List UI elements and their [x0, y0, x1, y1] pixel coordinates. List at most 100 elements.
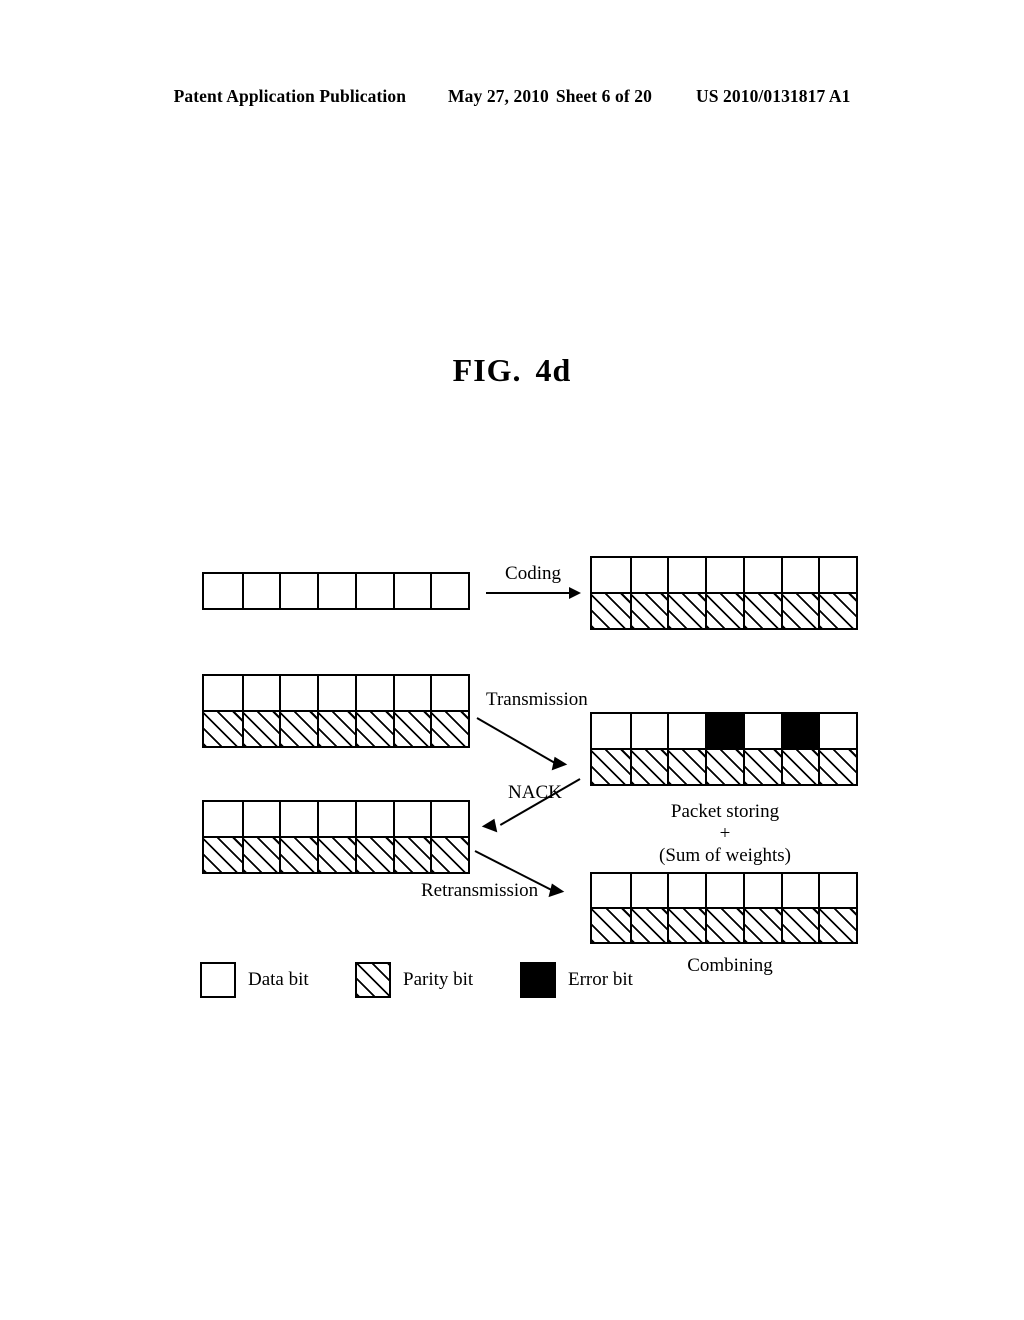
bit-cell-parity [818, 909, 857, 942]
bit-cell-data [317, 574, 355, 608]
bit-cell-data [354, 574, 393, 608]
arrow-coding-line [486, 592, 572, 594]
bit-cell-data [317, 802, 355, 836]
bit-cell-data [241, 676, 280, 710]
bit-cell-data [705, 558, 743, 592]
packet-row-parity [592, 748, 857, 784]
bit-cell-parity [204, 838, 242, 872]
bit-cell-parity [354, 712, 393, 746]
bit-cell-data [629, 558, 668, 592]
bit-cell-data [279, 574, 318, 608]
bit-cell-parity [354, 838, 393, 872]
packet-received-with-errors [590, 712, 858, 786]
packet-row-data [592, 558, 857, 592]
packet-row-data [592, 714, 857, 748]
bit-cell-data [818, 714, 857, 748]
arrow-coding-head [569, 587, 581, 599]
bit-cell-parity [705, 750, 743, 784]
bit-cell-parity [592, 909, 630, 942]
bit-cell-parity [430, 838, 469, 872]
bit-cell-data [780, 558, 819, 592]
bit-cell-data [780, 874, 819, 907]
bit-cell-parity [742, 909, 781, 942]
arrow-retransmission-head [548, 883, 566, 901]
legend: Data bit Parity bit Error bit [200, 962, 670, 1008]
bit-cell-parity [279, 712, 318, 746]
bit-cell-parity [241, 712, 280, 746]
bit-cell-data [204, 676, 242, 710]
bit-cell-data [392, 802, 431, 836]
bit-cell-data [742, 558, 781, 592]
bit-cell-parity [592, 750, 630, 784]
legend-swatch-data-icon [200, 962, 236, 998]
legend-item-error-bit: Error bit [520, 962, 633, 998]
bit-cell-parity [818, 594, 857, 628]
bit-cell-data [592, 558, 630, 592]
bit-cell-data [241, 802, 280, 836]
bit-cell-data [742, 874, 781, 907]
bit-cell-parity [241, 838, 280, 872]
bit-cell-error [705, 714, 743, 748]
bit-cell-parity [667, 909, 706, 942]
bit-cell-data [667, 714, 706, 748]
bit-cell-parity [629, 750, 668, 784]
bit-cell-parity [705, 909, 743, 942]
label-packet-storing-line3: (Sum of weights) [659, 844, 791, 866]
packet-row-data [204, 676, 469, 710]
arrow-nack-head [480, 818, 498, 836]
bit-cell-data [667, 558, 706, 592]
packet-transmitted [202, 674, 470, 748]
label-coding: Coding [505, 563, 561, 584]
bit-cell-data [705, 874, 743, 907]
bit-cell-parity [592, 594, 630, 628]
label-packet-storing-line2: + [719, 822, 731, 844]
legend-label-error-bit: Error bit [568, 969, 633, 990]
bit-cell-data [317, 676, 355, 710]
bit-cell-data [392, 676, 431, 710]
arrow-transmission-line [476, 717, 558, 765]
packet-row-data [592, 874, 857, 907]
bit-cell-data [430, 802, 469, 836]
legend-item-data-bit: Data bit [200, 962, 309, 998]
bit-cell-parity [279, 838, 318, 872]
bit-cell-data [629, 714, 668, 748]
legend-item-parity-bit: Parity bit [355, 962, 473, 998]
packet-source-data [202, 572, 470, 610]
legend-swatch-error-icon [520, 962, 556, 998]
bit-cell-parity [430, 712, 469, 746]
bit-cell-parity [667, 750, 706, 784]
legend-label-data-bit: Data bit [248, 969, 309, 990]
bit-cell-parity [629, 594, 668, 628]
arrow-transmission-head [551, 756, 569, 774]
bit-cell-parity [818, 750, 857, 784]
bit-cell-parity [317, 838, 355, 872]
bit-cell-parity [392, 712, 431, 746]
packet-row-parity [592, 592, 857, 628]
bit-cell-parity [392, 838, 431, 872]
bit-cell-data [354, 802, 393, 836]
bit-cell-data [592, 874, 630, 907]
packet-row [204, 574, 469, 608]
bit-cell-data [241, 574, 280, 608]
label-retransmission: Retransmission [421, 880, 539, 901]
bit-cell-data [279, 676, 318, 710]
packet-row-parity [204, 836, 469, 872]
packet-retransmitted [202, 800, 470, 874]
bit-cell-parity [780, 909, 819, 942]
bit-cell-parity [667, 594, 706, 628]
bit-cell-parity [204, 712, 242, 746]
bit-cell-data [279, 802, 318, 836]
packet-row-parity [592, 907, 857, 942]
legend-label-parity-bit: Parity bit [403, 969, 474, 990]
bit-cell-data [592, 714, 630, 748]
bit-cell-data [667, 874, 706, 907]
bit-cell-data [742, 714, 781, 748]
bit-cell-data [818, 874, 857, 907]
bit-cell-parity [742, 594, 781, 628]
bit-cell-parity [705, 594, 743, 628]
bit-cell-data [430, 676, 469, 710]
bit-cell-data [629, 874, 668, 907]
bit-cell-data [430, 574, 469, 608]
label-packet-storing-line1: Packet storing [670, 801, 780, 822]
bit-cell-parity [742, 750, 781, 784]
